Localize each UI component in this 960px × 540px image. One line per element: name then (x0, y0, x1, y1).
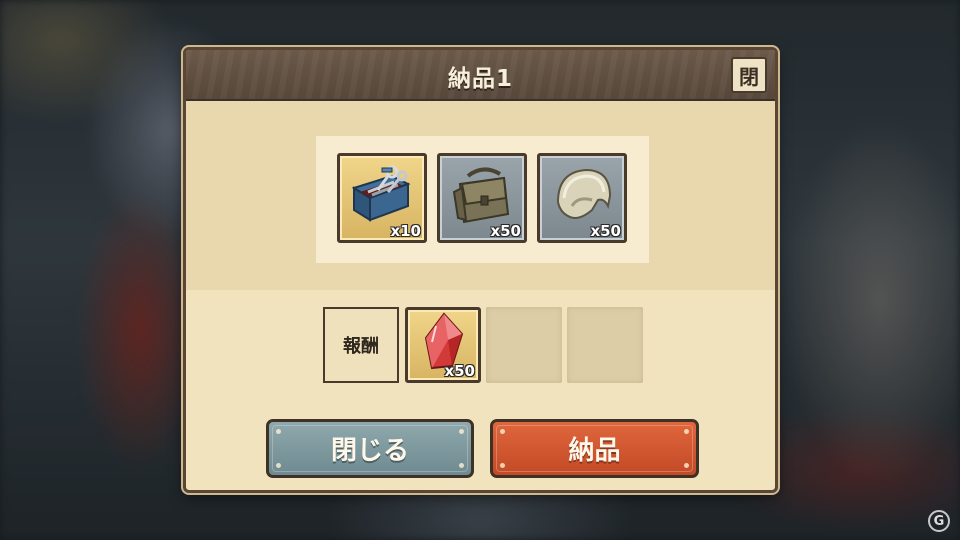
required-items-panel: x10 x50 x50 (316, 136, 649, 263)
required-item-satchel[interactable]: x50 (437, 153, 527, 243)
reward-item-crystal[interactable]: x50 (405, 307, 481, 383)
close-button-label: 閉じる (330, 436, 409, 466)
item-quantity: x50 (490, 222, 521, 240)
satchel-bag-icon (448, 162, 518, 228)
reward-slot-empty (567, 307, 643, 383)
required-item-helmet[interactable]: x50 (537, 153, 627, 243)
required-items-section: x10 x50 x50 (186, 101, 775, 290)
delivery-dialog: 納品1 閉 x10 x50 x50 報酬 x50 閉じる 納品 (183, 47, 778, 493)
dialog-title: 納品1 (447, 66, 513, 92)
reward-slot-empty (486, 307, 562, 383)
deliver-button[interactable]: 納品 (490, 419, 699, 478)
close-icon[interactable]: 閉 (731, 57, 767, 93)
required-item-toolbox[interactable]: x10 (337, 153, 427, 243)
close-button[interactable]: 閉じる (266, 419, 474, 478)
site-watermark-logo: G (928, 510, 950, 532)
item-quantity: x10 (390, 222, 421, 240)
helmet-icon (548, 162, 618, 228)
toolbox-icon (348, 162, 418, 228)
deliver-button-label: 納品 (568, 436, 621, 466)
dialog-title-bar: 納品1 閉 (186, 50, 775, 101)
reward-label: 報酬 (323, 307, 399, 383)
item-quantity: x50 (444, 362, 475, 380)
item-quantity: x50 (590, 222, 621, 240)
